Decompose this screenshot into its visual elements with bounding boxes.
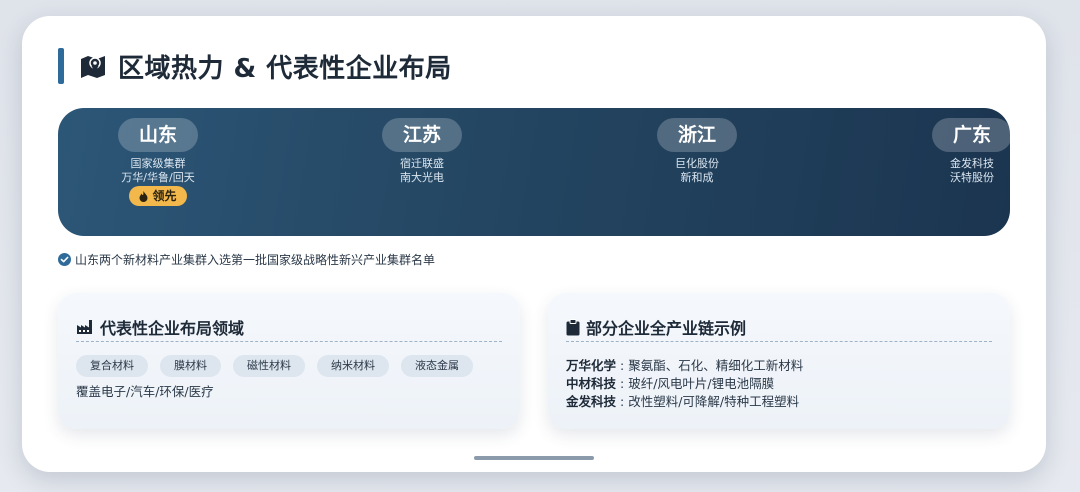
lead-badge: 领先 [129, 186, 187, 206]
region-line: 巨化股份 [675, 157, 719, 170]
check-circle-icon [58, 253, 71, 266]
region-heat-banner: 山东 国家级集群 万华/华鲁/回天 领先 江苏 宿迁联盛 南大光电 浙江 巨化股… [58, 108, 1012, 236]
region-line: 国家级集群 [130, 157, 186, 170]
clipboard-icon [566, 318, 580, 335]
region-line: 宿迁联盛 [400, 157, 444, 170]
region-name: 广东 [932, 118, 1012, 152]
region-jiangsu[interactable]: 江苏 宿迁联盛 南大光电 [352, 118, 492, 185]
content-card: 区域热力 & 代表性企业布局 山东 国家级集群 万华/华鲁/回天 领先 江苏 宿… [22, 16, 1046, 472]
layout-areas-panel: 代表性企业布局领域 复合材料 膜材料 磁性材料 纳米材料 液态金属 覆盖电子/汽… [58, 293, 520, 429]
chain-row: 万华化学 : 聚氨酯、石化、精细化工新材料 [566, 357, 803, 375]
company-name: 金发科技 [566, 394, 617, 409]
material-tags: 复合材料 膜材料 磁性材料 纳米材料 液态金属 [76, 355, 473, 377]
separator: : [616, 358, 629, 373]
cluster-note-text: 山东两个新材料产业集群入选第一批国家级战略性新兴产业集群名单 [75, 253, 436, 267]
panel-header: 部分企业全产业链示例 [566, 315, 746, 339]
map-icon [81, 56, 105, 78]
region-line: 沃特股份 [950, 171, 994, 184]
page-title: 区域热力 & 代表性企业布局 [118, 53, 452, 84]
fire-icon [139, 190, 148, 202]
title-accent-bar [58, 48, 64, 84]
industry-chain-panel: 部分企业全产业链示例 万华化学 : 聚氨酯、石化、精细化工新材料 中材科技 : … [548, 293, 1010, 429]
lead-badge-label: 领先 [152, 189, 177, 203]
cluster-note: 山东两个新材料产业集群入选第一批国家级战略性新兴产业集群名单 [58, 251, 435, 268]
region-line: 新和成 [680, 171, 714, 184]
chain-row: 中材科技 : 玻纤/风电叶片/锂电池隔膜 [566, 375, 803, 393]
chain-desc: 玻纤/风电叶片/锂电池隔膜 [628, 376, 775, 391]
separator: : [616, 394, 629, 409]
panel-title: 部分企业全产业链示例 [586, 319, 747, 338]
tag-nano[interactable]: 纳米材料 [317, 355, 389, 377]
region-line: 万华/华鲁/回天 [121, 171, 195, 184]
panel-header: 代表性企业布局领域 [76, 315, 244, 339]
panel-title: 代表性企业布局领域 [100, 319, 245, 338]
tag-composite[interactable]: 复合材料 [76, 355, 148, 377]
company-name: 万华化学 [566, 358, 617, 373]
coverage-text: 覆盖电子/汽车/环保/医疗 [76, 384, 214, 399]
company-name: 中材科技 [566, 376, 617, 391]
chain-desc: 聚氨酯、石化、精细化工新材料 [628, 358, 804, 373]
chain-desc: 改性塑料/可降解/特种工程塑料 [628, 394, 800, 409]
region-name: 山东 [118, 118, 198, 152]
region-line: 金发科技 [950, 157, 994, 170]
region-guangdong[interactable]: 广东 金发科技 沃特股份 [902, 118, 1042, 185]
tag-membrane[interactable]: 膜材料 [160, 355, 221, 377]
divider [566, 341, 992, 342]
tag-magnetic[interactable]: 磁性材料 [233, 355, 305, 377]
page-header: 区域热力 & 代表性企业布局 [58, 48, 452, 84]
region-name: 浙江 [657, 118, 737, 152]
region-name: 江苏 [382, 118, 462, 152]
region-zhejiang[interactable]: 浙江 巨化股份 新和成 [627, 118, 767, 185]
scroll-handle[interactable] [474, 456, 594, 460]
chain-row: 金发科技 : 改性塑料/可降解/特种工程塑料 [566, 393, 803, 411]
region-line: 南大光电 [400, 171, 444, 184]
chain-list: 万华化学 : 聚氨酯、石化、精细化工新材料 中材科技 : 玻纤/风电叶片/锂电池… [566, 357, 803, 411]
separator: : [616, 376, 629, 391]
factory-icon [77, 320, 92, 334]
divider [76, 341, 502, 342]
tag-liquid-metal[interactable]: 液态金属 [401, 355, 473, 377]
region-shandong[interactable]: 山东 国家级集群 万华/华鲁/回天 领先 [88, 118, 228, 206]
